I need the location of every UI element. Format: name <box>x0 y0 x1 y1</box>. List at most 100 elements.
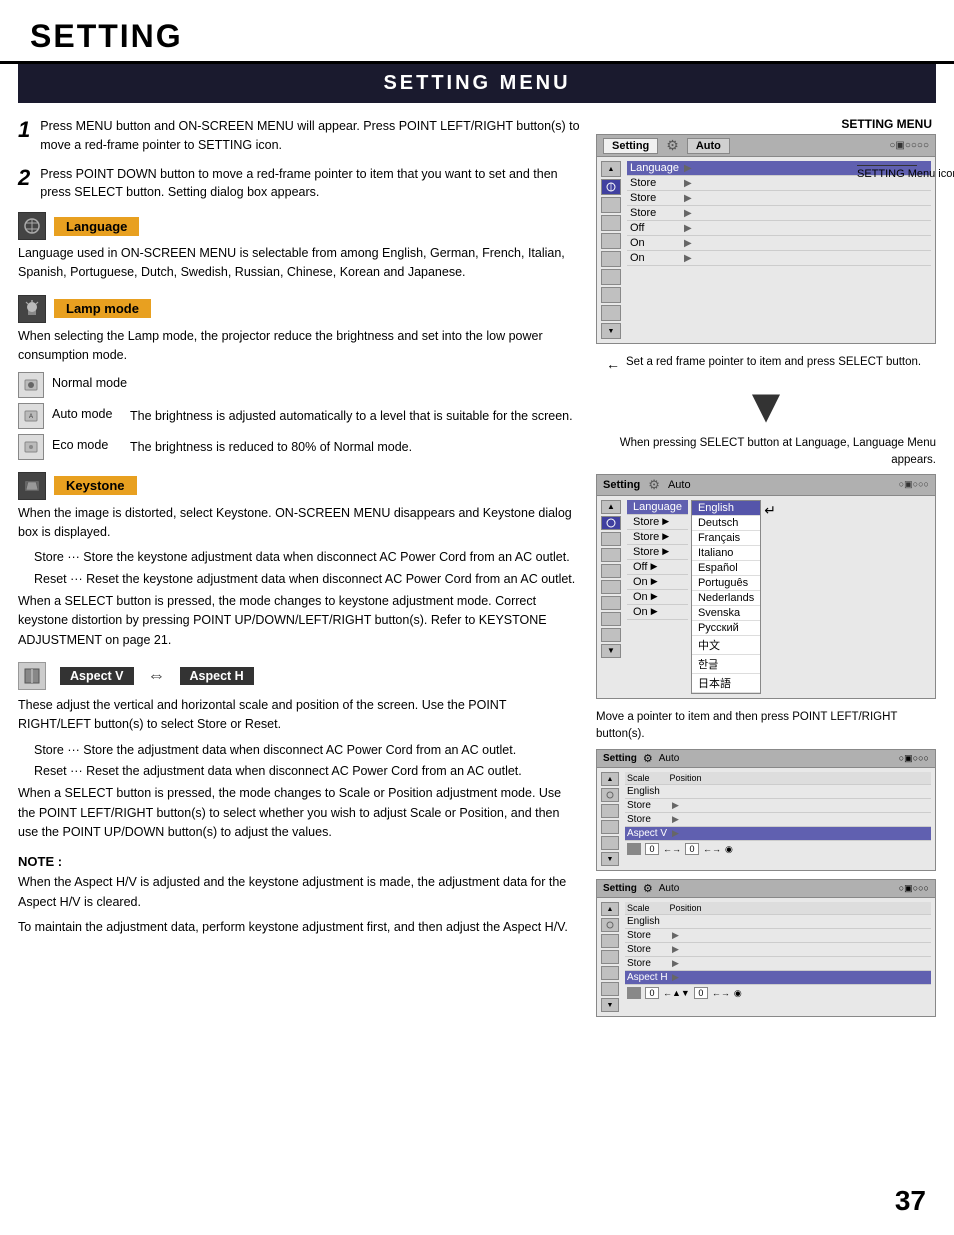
step-2-number: 2 <box>18 165 30 191</box>
aspect-h-sb-1 <box>601 918 619 932</box>
aspect-text2: When a SELECT button is pressed, the mod… <box>18 784 580 842</box>
aspect-v-store2-row: Store ▶ <box>625 813 931 827</box>
step-1-number: 1 <box>18 117 30 143</box>
lang-sidebar-up: ▲ <box>601 500 621 514</box>
aspect-v-label: Aspect V <box>60 667 134 685</box>
aspect-store: Store ··· Store the adjustment data when… <box>18 741 580 760</box>
aspect-v-sidebar: ▲ ▼ <box>601 772 621 866</box>
setting-menu-icon-label: SETTING Menu icon <box>857 168 954 180</box>
panel-body: ▲ ▼ Language ▶ <box>597 157 935 343</box>
aspect-h-scale-box-icon <box>627 987 641 999</box>
step-2: 2 Press POINT DOWN button to move a red-… <box>18 165 580 203</box>
page-title: SETTING <box>30 18 183 54</box>
callout2-text: When pressing SELECT button at Language,… <box>620 437 936 466</box>
aspect-h-setting-tab: Setting <box>603 883 637 894</box>
aspect-v-controls: ○▣○○○ <box>899 753 929 764</box>
lang-sidebar-down: ▼ <box>601 644 621 658</box>
aspect-h-position-value: 0 <box>694 987 708 999</box>
lamp-mode-header: Lamp mode <box>18 295 580 323</box>
aspect-h-sb-up: ▲ <box>601 902 619 916</box>
setting-menu-panel: Setting ⚙ Auto ○▣○○○○ ▲ <box>596 134 936 344</box>
aspect-h-scale-value: 0 <box>645 987 659 999</box>
eco-mode-label: Eco mode <box>52 434 122 452</box>
lang-menu-row-language: Language <box>627 500 688 515</box>
aspect-h-sb-3 <box>601 950 619 964</box>
aspect-v-main: Scale Position English Store ▶ Store ▶ <box>625 772 931 866</box>
aspect-v-store1-row: Store ▶ <box>625 799 931 813</box>
callout-when-select: When pressing SELECT button at Language,… <box>596 435 936 470</box>
keystone-icon <box>18 472 46 500</box>
lang-main-area: Language Store ▶ Store ▶ Store ▶ Off ▶ O… <box>627 500 931 694</box>
aspect-v-sb-1 <box>601 788 619 802</box>
aspect-v-highlighted-row: Aspect V ▶ <box>625 827 931 841</box>
normal-mode-icon <box>18 372 44 398</box>
aspect-v-sb-4 <box>601 836 619 850</box>
lang-item-portugues: Português <box>692 576 760 591</box>
scale-value: 0 <box>645 843 659 855</box>
lang-item-russian: Русский <box>692 621 760 636</box>
lang-menu-row-off: Off ▶ <box>627 560 688 575</box>
language-label: Language <box>54 217 139 236</box>
lang-panel-sidebar: ▲ ▼ <box>601 500 623 694</box>
aspect-v-panel-top: Setting ⚙ Auto ○▣○○○ <box>597 750 935 768</box>
scale-header: Scale <box>627 773 650 783</box>
aspect-h-sb-5 <box>601 982 619 996</box>
keystone-reset: Reset ··· Reset the keystone adjustment … <box>18 570 580 589</box>
aspect-v-sb-down: ▼ <box>601 852 619 866</box>
lang-item-italiano: Italiano <box>692 546 760 561</box>
callout-setting-menu-icon: SETTING Menu icon <box>857 165 954 180</box>
language-header: Language <box>18 212 580 240</box>
language-icon <box>18 212 46 240</box>
keystone-text2: When a SELECT button is pressed, the mod… <box>18 592 580 650</box>
aspect-v-panel: Setting ⚙ Auto ○▣○○○ ▲ ▼ <box>596 749 936 871</box>
sidebar-item-3 <box>601 215 621 231</box>
aspect-v-sb-up: ▲ <box>601 772 619 786</box>
lang-item-svenska: Svenska <box>692 606 760 621</box>
lang-list-with-arrow: English Deutsch Français Italiano Españo… <box>691 500 931 694</box>
lang-sidebar-item4 <box>601 564 621 578</box>
lang-item-francais: Français <box>692 531 760 546</box>
right-column: SETTING MENU Setting ⚙ Auto ○▣○○○○ ▲ <box>596 103 936 1025</box>
keystone-header: Keystone <box>18 472 580 500</box>
panel-topbar: Setting ⚙ Auto ○▣○○○○ <box>597 135 935 157</box>
aspect-v-setting-tab: Setting <box>603 753 637 764</box>
keystone-store: Store ··· Store the keystone adjustment … <box>18 548 580 567</box>
aspect-h-controls: ○▣○○○ <box>899 883 929 894</box>
aspect-h-auto-tab: Auto <box>659 883 680 894</box>
lang-item-korean: 한글 <box>692 655 760 674</box>
aspect-h-scale-header: Scale <box>627 903 650 913</box>
lang-menu-row-store1: Store ▶ <box>627 515 688 530</box>
lang-sidebar-item8 <box>601 628 621 642</box>
aspect-h-sidebar: ▲ ▼ <box>601 902 621 1012</box>
lang-select-arrow-icon: ↵ <box>764 502 776 519</box>
scale-arrows: ←→ <box>663 844 681 854</box>
left-column: 1 Press MENU button and ON-SCREEN MENU w… <box>18 103 580 1025</box>
aspect-h-select-icon: ◉ <box>734 988 742 999</box>
aspect-h-sb-down: ▼ <box>601 998 619 1012</box>
main-content: 1 Press MENU button and ON-SCREEN MENU w… <box>0 103 954 1025</box>
lang-sidebar-item3 <box>601 548 621 562</box>
aspect-h-english-row: English <box>625 915 931 929</box>
aspect-h-sb-4 <box>601 966 619 980</box>
auto-mode-icon: A <box>18 403 44 429</box>
lang-sidebar-item6 <box>601 596 621 610</box>
scale-position-header: Scale Position <box>625 772 931 785</box>
sidebar-item-8 <box>601 305 621 321</box>
scale-box-icon <box>627 843 641 855</box>
page-number: 37 <box>895 1185 926 1217</box>
lang-item-espanol: Español <box>692 561 760 576</box>
panel-tab-setting: Setting <box>603 138 658 154</box>
normal-mode-row: Normal mode <box>18 372 580 398</box>
big-down-arrow: ▼ <box>596 383 936 431</box>
svg-text:A: A <box>29 414 33 420</box>
section-title: SETTING MENU <box>383 72 570 94</box>
aspect-v-panel-body: ▲ ▼ Scale Position <box>597 768 935 870</box>
lang-menu-row-store2: Store ▶ <box>627 530 688 545</box>
step-2-text: Press POINT DOWN button to move a red-fr… <box>40 165 580 203</box>
language-list-container: English Deutsch Français Italiano Españo… <box>691 500 931 694</box>
aspect-h-position-header: Position <box>670 903 702 913</box>
aspect-header-row: Aspect V ⇔ Aspect H <box>18 662 580 690</box>
sidebar-item-5 <box>601 251 621 267</box>
aspect-h-panel-body: ▲ ▼ Scale Position <box>597 898 935 1016</box>
panel-main-area: Language ▶ Store ▶ Store ▶ Store ▶ <box>627 161 931 339</box>
